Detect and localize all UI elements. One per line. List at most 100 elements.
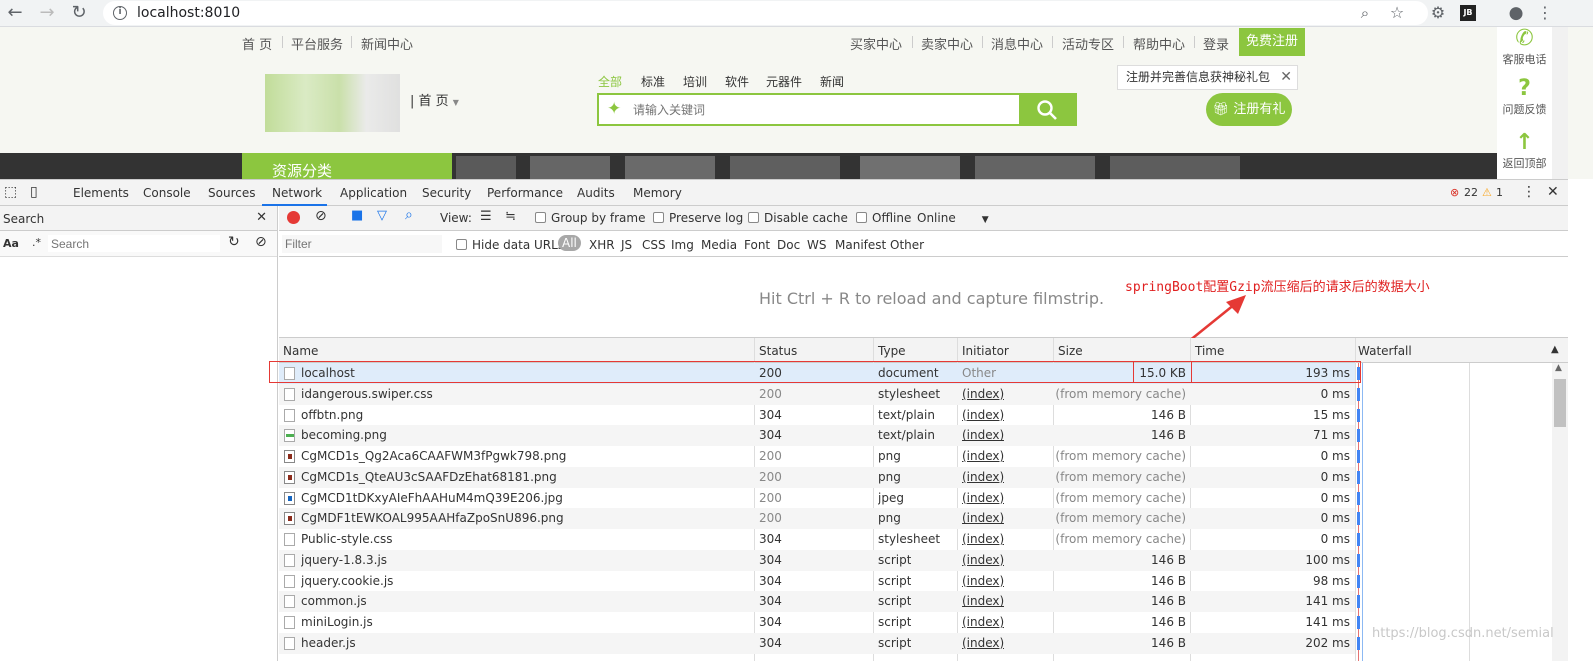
site-logo-blurred[interactable] [265,74,400,132]
site-search-input[interactable] [633,100,1013,120]
table-row[interactable]: CgMCD1s_QteAU3cSAAFDzEhat68181.png 200 p… [279,466,1355,488]
preserve-log-checkbox[interactable]: Preserve log [653,211,743,225]
table-row[interactable]: jquery-1.8.3.js 304 script (index) 146 B… [279,549,1355,571]
topnav-login[interactable]: 登录 [1203,34,1229,53]
column-name[interactable]: Name [283,344,318,358]
filter-manifest[interactable]: Manifest [835,238,886,252]
column-status[interactable]: Status [759,344,797,358]
regex-toggle[interactable]: .* [32,236,41,249]
filter-doc[interactable]: Doc [777,238,800,252]
capture-screenshots-icon[interactable]: ■ [351,208,363,223]
filter-ws[interactable]: WS [807,238,826,252]
gift-register-button[interactable]: 🎁︎ 注册有礼 [1206,93,1292,126]
table-row[interactable]: header.js 304 script (index) 146 B 202 m… [279,632,1355,654]
info-icon[interactable]: i [113,6,127,20]
overview-icon[interactable]: ≒ [505,209,516,224]
throttling-select[interactable]: Online ▼ [917,211,989,225]
row-initiator[interactable]: (index) [962,488,1004,509]
sidebar-feedback[interactable]: ? 问题反馈 [1497,77,1552,117]
devtools-menu-icon[interactable]: ⋮ [1522,184,1536,200]
table-row[interactable]: miniLogin.js 304 script (index) 146 B 14… [279,612,1355,633]
close-icon[interactable]: ✕ [256,210,267,225]
table-row[interactable]: offbtn.png 304 text/plain (index) 146 B … [279,405,1355,426]
table-scrollbar[interactable]: ▲ [1552,363,1568,661]
row-initiator[interactable]: (index) [962,591,1004,612]
back-icon[interactable]: ← [4,2,26,24]
register-button[interactable]: 免费注册 [1239,28,1305,56]
filter-xhr[interactable]: XHR [589,238,615,252]
extension-gear-icon[interactable]: ⚙ [1427,2,1449,24]
tab-application[interactable]: Application [340,186,407,200]
filter-media[interactable]: Media [701,238,737,252]
row-initiator[interactable]: (index) [962,446,1004,467]
refresh-icon[interactable]: ↻ [228,234,240,250]
topnav-seller[interactable]: 卖家中心 [921,34,973,53]
table-row[interactable]: Public-style.css 304 stylesheet (index) … [279,529,1355,550]
topnav-news[interactable]: 新闻中心 [361,34,413,53]
category-all[interactable]: 全部 [598,73,622,90]
category-components[interactable]: 元器件 [766,73,802,90]
forward-icon[interactable]: → [36,2,58,24]
clear-log-icon[interactable]: ⊘ [315,208,327,224]
tab-performance[interactable]: Performance [487,186,563,200]
category-standard[interactable]: 标准 [641,73,665,90]
tab-elements[interactable]: Elements [73,186,129,200]
tab-audits[interactable]: Audits [577,186,615,200]
network-filter-input[interactable] [282,235,442,253]
sidebar-service-phone[interactable]: ✆ 客服电话 [1497,27,1552,67]
filter-font[interactable]: Font [744,238,770,252]
row-initiator[interactable]: (index) [962,384,1004,405]
hide-data-urls-checkbox[interactable]: Hide data URLs [456,238,564,252]
group-by-frame-checkbox[interactable]: Group by frame [535,211,645,225]
filter-icon[interactable]: ▽ [377,208,387,223]
match-case-toggle[interactable]: Aa [3,237,19,250]
table-row[interactable]: jquery.cookie.js 304 script (index) 146 … [279,571,1355,592]
table-row[interactable]: becoming.png 304 text/plain (index) 146 … [279,425,1355,447]
row-initiator[interactable]: (index) [962,508,1004,529]
row-initiator[interactable]: (index) [962,633,1004,654]
sort-up-icon[interactable]: ▲ [1551,344,1559,355]
tab-sources[interactable]: Sources [208,186,255,200]
column-initiator[interactable]: Initiator [962,344,1009,358]
resource-category-tab[interactable]: 资源分类 [242,153,452,179]
category-training[interactable]: 培训 [683,73,707,90]
tab-memory[interactable]: Memory [633,186,682,200]
tab-network[interactable]: Network [272,186,322,200]
zoom-icon[interactable]: ⌕ [1354,2,1376,24]
table-row[interactable]: CgMCD1tDKxyAIeFhAAHuM4mQ39E206.jpg 200 j… [279,488,1355,509]
column-type[interactable]: Type [878,344,906,358]
category-news[interactable]: 新闻 [820,73,844,90]
devtools-search-input[interactable] [48,235,220,252]
large-rows-icon[interactable]: ☰ [480,209,492,224]
topnav-platform[interactable]: 平台服务 [291,34,343,53]
topnav-buyer[interactable]: 买家中心 [850,34,902,53]
table-row[interactable]: common.js 304 script (index) 146 B 141 m… [279,591,1355,613]
clear-icon[interactable]: ⊘ [255,234,267,250]
close-icon[interactable]: ✕ [1280,66,1292,89]
row-initiator[interactable]: (index) [962,612,1004,633]
topnav-help[interactable]: 帮助中心 [1133,34,1185,53]
row-initiator[interactable]: (index) [962,571,1004,592]
filter-other[interactable]: Other [890,238,924,252]
column-size[interactable]: Size [1058,344,1083,358]
row-initiator[interactable]: (index) [962,529,1004,550]
scrollbar-thumb[interactable] [1554,379,1566,427]
address-bar[interactable]: i localhost:8010 [103,1,1428,25]
filter-js[interactable]: JS [621,238,632,252]
star-icon[interactable]: ☆ [1386,2,1408,24]
inspect-element-icon[interactable]: ⬚ [4,184,17,200]
reload-icon[interactable]: ↻ [68,2,90,24]
topnav-message[interactable]: 消息中心 [991,34,1043,53]
menu-kebab-icon[interactable]: ⋮ [1534,2,1556,24]
close-devtools-icon[interactable]: ✕ [1547,184,1559,200]
offline-checkbox[interactable]: Offline [856,211,911,225]
filter-img[interactable]: Img [671,238,694,252]
row-initiator[interactable]: (index) [962,550,1004,571]
column-time[interactable]: Time [1195,344,1224,358]
record-icon[interactable] [287,211,300,224]
tab-console[interactable]: Console [143,186,191,200]
warning-icon[interactable]: ⚠ [1482,186,1492,199]
table-row[interactable]: CgMDF1tEWKOAL995AAHfaZpoSnU896.png 200 p… [279,508,1355,530]
home-dropdown[interactable]: | 首 页 ▼ [410,90,459,109]
jetbrains-extension-icon[interactable]: JB [1460,5,1476,21]
